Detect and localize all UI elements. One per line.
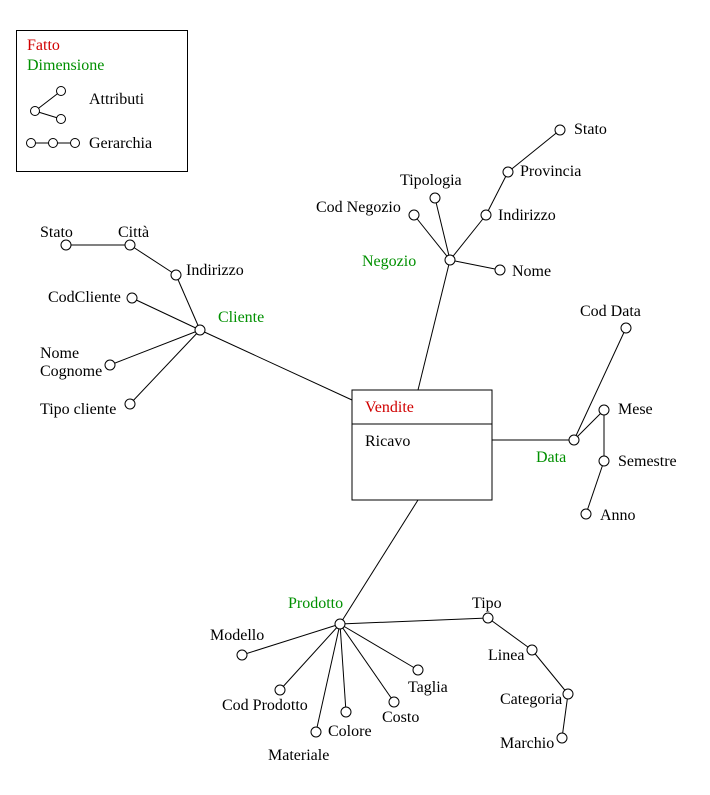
fact-name: Vendite: [365, 399, 414, 416]
prodotto-costo: Costo: [382, 709, 419, 726]
prodotto-linea: Linea: [488, 647, 524, 664]
negozio-stato: Stato: [574, 121, 607, 138]
prodotto-cod: Cod Prodotto: [222, 697, 308, 714]
data-label: Data: [536, 449, 566, 466]
negozio-tipologia: Tipologia: [400, 172, 462, 189]
cliente-tipo: Tipo cliente: [40, 401, 116, 418]
prodotto-marchio: Marchio: [500, 735, 554, 752]
cliente-codcliente: CodCliente: [48, 289, 121, 306]
data-mese: Mese: [618, 401, 653, 418]
prodotto-tipo: Tipo: [472, 595, 502, 612]
prodotto-categoria: Categoria: [500, 691, 562, 708]
prodotto-taglia: Taglia: [408, 679, 448, 696]
cliente-stato: Stato: [40, 224, 73, 241]
prodotto-label: Prodotto: [288, 595, 343, 612]
negozio-nome: Nome: [512, 263, 551, 280]
prodotto-materiale: Materiale: [268, 747, 329, 764]
dimension-cliente: Cliente Indirizzo Città Stato CodCliente…: [40, 224, 352, 418]
legend-box: Fatto Dimensione Attributi Gerarchia: [16, 30, 188, 172]
dimension-prodotto: Prodotto Modello Cod Prodotto Materiale …: [210, 500, 573, 764]
data-anno: Anno: [600, 507, 636, 524]
negozio-cod: Cod Negozio: [316, 199, 401, 216]
cliente-label: Cliente: [218, 309, 264, 326]
dimension-data: Data Cod Data Mese Semestre Anno: [492, 303, 677, 524]
cliente-nome-l2: Cognome: [40, 363, 102, 380]
cliente-nome-l1: Nome: [40, 345, 79, 362]
fact-box: Vendite Ricavo: [352, 390, 492, 500]
cliente-citta: Città: [118, 224, 149, 241]
dimension-negozio: Negozio Cod Negozio Tipologia Indirizzo …: [316, 121, 607, 390]
legend-icons: [17, 31, 187, 171]
cliente-indirizzo: Indirizzo: [186, 262, 244, 279]
negozio-indirizzo: Indirizzo: [498, 207, 556, 224]
prodotto-colore: Colore: [328, 723, 372, 740]
prodotto-modello: Modello: [210, 627, 264, 644]
fact-measure: Ricavo: [365, 433, 410, 450]
data-semestre: Semestre: [618, 453, 677, 470]
data-cod: Cod Data: [580, 303, 641, 320]
negozio-provincia: Provincia: [520, 163, 581, 180]
negozio-label: Negozio: [362, 253, 416, 270]
